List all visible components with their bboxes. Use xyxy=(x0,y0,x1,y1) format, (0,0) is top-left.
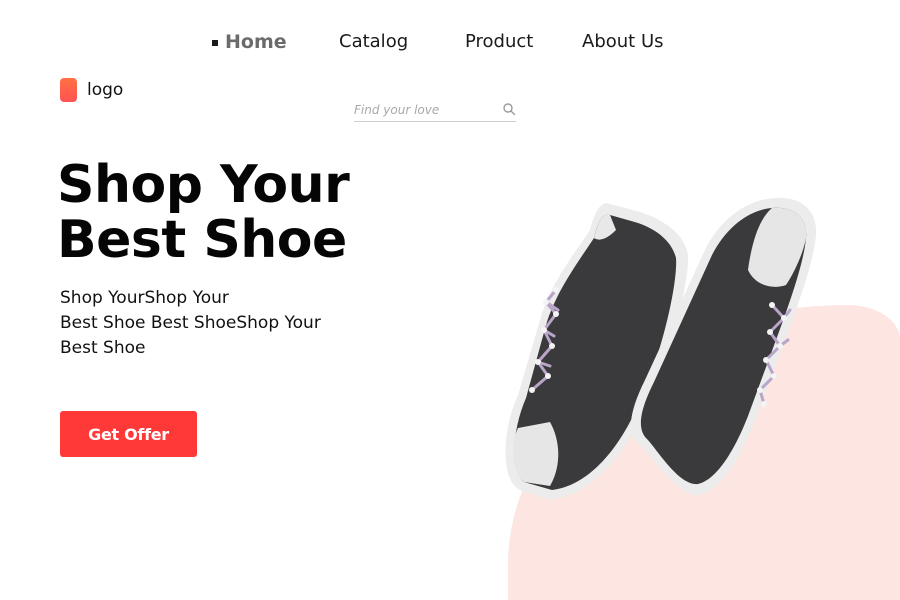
hero-description-line-1: Shop YourShop Your xyxy=(60,288,229,308)
logo[interactable]: logo xyxy=(60,77,123,102)
main-nav: Home Catalog Product About Us xyxy=(0,30,900,56)
search-input[interactable] xyxy=(354,100,494,119)
search-icon[interactable] xyxy=(502,102,516,116)
sneakers-image xyxy=(505,197,817,500)
hero-title-line-1: Shop Your xyxy=(57,155,350,215)
hero-description-line-3: Best Shoe xyxy=(60,338,146,358)
nav-item-home[interactable]: Home xyxy=(225,30,287,54)
logo-text: logo xyxy=(87,79,124,100)
hero-title-line-2: Best Shoe xyxy=(57,210,347,270)
search-bar xyxy=(354,100,516,122)
nav-item-product[interactable]: Product xyxy=(465,30,533,54)
hero-description: Shop YourShop Your Best Shoe Best ShoeSh… xyxy=(60,286,360,361)
nav-item-catalog[interactable]: Catalog xyxy=(339,30,408,54)
active-indicator xyxy=(212,40,218,46)
get-offer-button[interactable]: Get Offer xyxy=(60,411,197,457)
logo-mark-icon xyxy=(60,77,77,102)
hero-description-line-2: Best Shoe Best ShoeShop Your xyxy=(60,313,321,333)
hero-title: Shop Your Best Shoe xyxy=(57,158,417,268)
nav-item-about-us[interactable]: About Us xyxy=(582,30,664,54)
